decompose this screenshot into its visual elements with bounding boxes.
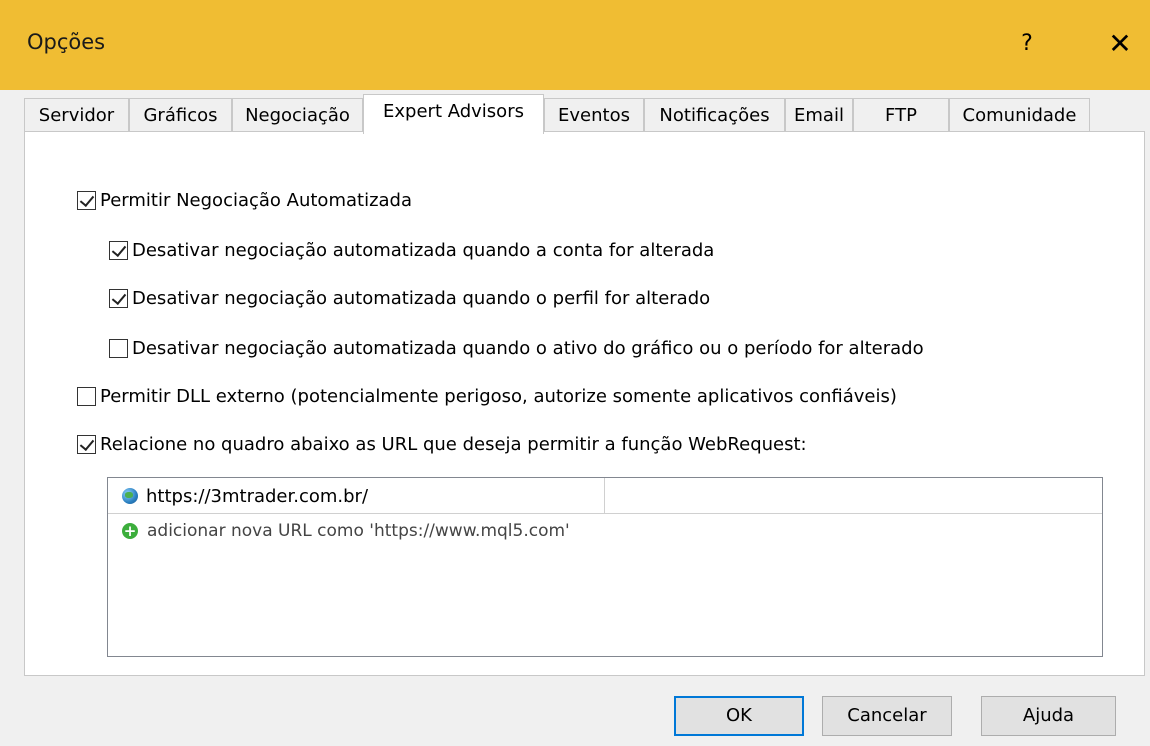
option-label: Desativar negociação automatizada quando… [132,239,715,261]
option-label: Permitir DLL externo (potencialmente per… [100,385,897,407]
option-disable-on-account-change[interactable]: Desativar negociação automatizada quando… [109,237,714,263]
checkbox-disable-on-symbol-change[interactable] [109,338,128,358]
tab-negociacao[interactable]: Negociação [232,98,363,132]
option-allow-auto-trading[interactable]: Permitir Negociação Automatizada [77,187,412,213]
tab-strip: Servidor Gráficos Negociação Expert Advi… [24,94,1144,134]
expert-advisors-panel: Permitir Negociação Automatizada Desativ… [24,131,1145,676]
add-url-hint: adicionar nova URL como 'https://www.mql… [147,521,570,541]
checkbox-disable-on-account-change[interactable] [109,240,128,260]
url-list-row[interactable]: https://3mtrader.com.br/ [108,478,1102,514]
column-divider [604,478,605,514]
option-allow-dll[interactable]: Permitir DLL externo (potencialmente per… [77,383,897,409]
option-allow-webrequest[interactable]: Relacione no quadro abaixo as URL que de… [77,431,807,457]
checkbox-allow-dll[interactable] [77,386,96,406]
tab-ftp[interactable]: FTP [853,98,949,132]
help-button[interactable]: Ajuda [981,696,1116,736]
url-text: https://3mtrader.com.br/ [146,485,369,507]
ok-button[interactable]: OK [674,696,804,736]
plus-circle-icon: + [122,522,138,540]
tab-email[interactable]: Email [785,98,853,132]
checkbox-disable-on-profile-change[interactable] [109,288,128,308]
option-disable-on-profile-change[interactable]: Desativar negociação automatizada quando… [109,285,710,311]
option-label: Relacione no quadro abaixo as URL que de… [100,433,807,455]
globe-icon [122,488,138,504]
checkbox-allow-auto-trading[interactable] [77,190,96,210]
option-label: Permitir Negociação Automatizada [100,189,413,211]
tab-expert-advisors[interactable]: Expert Advisors [363,94,544,134]
title-bar: Opções ? ✕ [0,0,1150,90]
url-list[interactable]: https://3mtrader.com.br/ + adicionar nov… [107,477,1103,657]
help-icon[interactable]: ? [1012,24,1042,64]
close-icon[interactable]: ✕ [1100,24,1140,64]
tab-notificacoes[interactable]: Notificações [644,98,785,132]
option-label: Desativar negociação automatizada quando… [132,337,924,359]
tab-graficos[interactable]: Gráficos [129,98,232,132]
cancel-button[interactable]: Cancelar [822,696,952,736]
option-label: Desativar negociação automatizada quando… [132,287,711,309]
tab-comunidade[interactable]: Comunidade [949,98,1090,132]
option-disable-on-symbol-change[interactable]: Desativar negociação automatizada quando… [109,335,924,361]
checkbox-allow-webrequest[interactable] [77,434,96,454]
tab-servidor[interactable]: Servidor [24,98,129,132]
tab-eventos[interactable]: Eventos [544,98,644,132]
add-url-row[interactable]: + adicionar nova URL como 'https://www.m… [122,514,570,548]
url-cell[interactable]: https://3mtrader.com.br/ [122,478,368,514]
window-title: Opções [27,30,106,54]
